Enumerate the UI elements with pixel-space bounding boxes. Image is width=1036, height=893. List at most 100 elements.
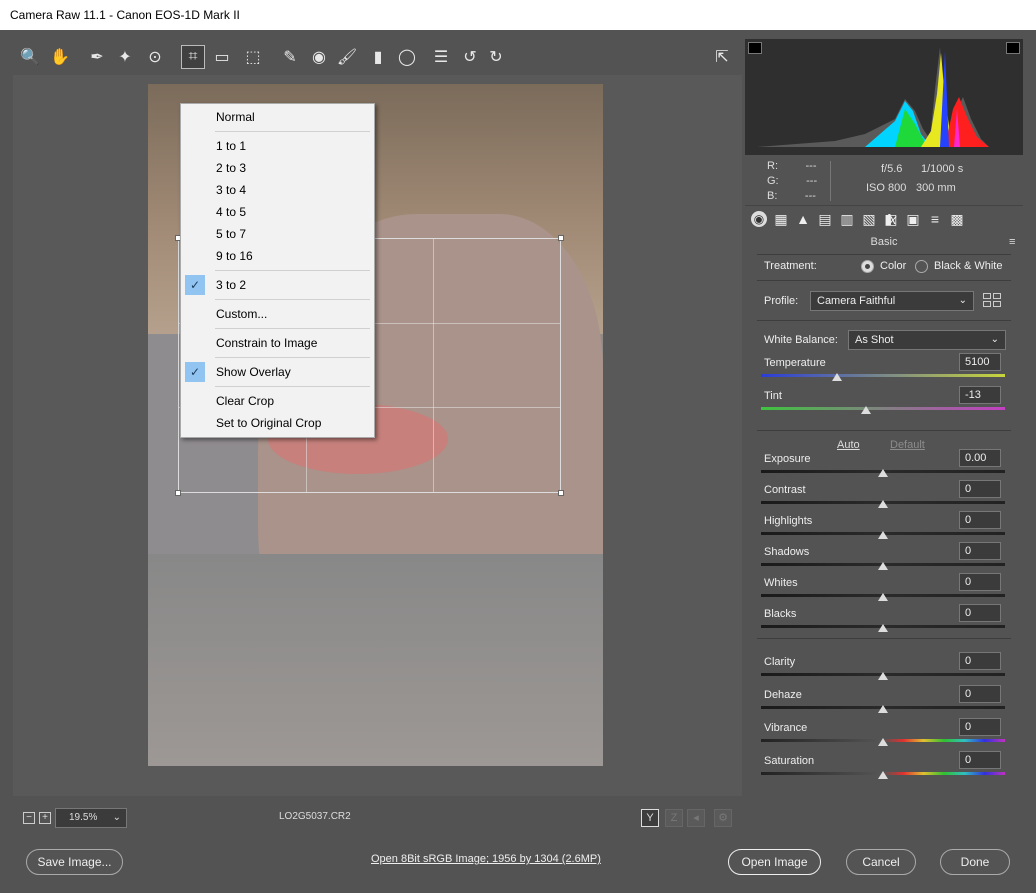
saturation-slider-thumb[interactable] [878, 771, 888, 779]
tab-detail-icon[interactable]: ▲ [795, 211, 811, 227]
treatment-bw-radio[interactable] [915, 260, 928, 273]
white-balance-select[interactable]: As Shot ⌄ [848, 330, 1006, 350]
contrast-label: Contrast [764, 484, 806, 496]
menu-item-crop-5-to-7[interactable]: 5 to 7 [182, 223, 373, 245]
contrast-slider-thumb[interactable] [878, 500, 888, 508]
b-readout: B: --- [767, 190, 816, 202]
spot-removal-tool-icon[interactable]: ✎ [278, 45, 302, 69]
contrast-value-field[interactable]: 0 [959, 480, 1001, 498]
checkmark-icon: ✓ [185, 362, 205, 382]
treatment-color-label: Color [880, 260, 907, 272]
vibrance-value-field[interactable]: 0 [959, 718, 1001, 736]
zoom-out-button[interactable]: − [23, 812, 35, 824]
blacks-slider-thumb[interactable] [878, 624, 888, 632]
tab-camera-calibration-icon[interactable]: ▣ [905, 211, 921, 227]
menu-item-set-to-original-crop[interactable]: Set to Original Crop [182, 412, 373, 434]
done-button[interactable]: Done [940, 849, 1010, 875]
rotate-left-icon[interactable]: ↺ [458, 45, 482, 69]
shutter-readout: 1/1000 s [921, 163, 964, 175]
cancel-button[interactable]: Cancel [846, 849, 916, 875]
treatment-color-radio[interactable] [861, 260, 874, 273]
tab-basic-icon[interactable]: ◉ [751, 211, 767, 227]
file-name: LO2G5037.CR2 [279, 811, 351, 822]
menu-item-show-overlay[interactable]: ✓ Show Overlay [182, 361, 373, 383]
menu-item-label: Constrain to Image [216, 336, 318, 350]
menu-item-crop-1-to-1[interactable]: 1 to 1 [182, 135, 373, 157]
highlights-value-field[interactable]: 0 [959, 511, 1001, 529]
crop-handle-bottom-left[interactable] [175, 490, 181, 496]
profile-browser-icon[interactable] [983, 293, 1003, 309]
red-eye-tool-icon[interactable]: ◉ [307, 45, 331, 69]
temperature-slider-track[interactable] [761, 374, 1005, 377]
save-image-button[interactable]: Save Image... [26, 849, 123, 875]
rotate-right-icon[interactable]: ↻ [484, 45, 508, 69]
saturation-value-field[interactable]: 0 [959, 751, 1001, 769]
crop-handle-top-right[interactable] [558, 235, 564, 241]
temperature-value-field[interactable]: 5100 [959, 353, 1001, 371]
tab-effects-icon[interactable]: fx [883, 211, 899, 227]
whites-value-field[interactable]: 0 [959, 573, 1001, 591]
tab-hsl-icon[interactable]: ▤ [817, 211, 833, 227]
swap-settings-button[interactable]: Z [665, 809, 683, 827]
crop-handle-bottom-right[interactable] [558, 490, 564, 496]
dehaze-value-field[interactable]: 0 [959, 685, 1001, 703]
default-link[interactable]: Default [890, 439, 925, 451]
profile-select[interactable]: Camera Faithful ⌄ [810, 291, 974, 311]
blacks-value-field[interactable]: 0 [959, 604, 1001, 622]
transform-tool-icon[interactable]: ⬚ [241, 45, 265, 69]
temperature-slider-thumb[interactable] [831, 373, 842, 381]
shadows-value-field[interactable]: 0 [959, 542, 1001, 560]
tint-slider-track[interactable] [761, 407, 1005, 410]
menu-item-crop-3-to-2[interactable]: ✓ 3 to 2 [182, 274, 373, 296]
workflow-options-link[interactable]: Open 8Bit sRGB Image; 1956 by 1304 (2.6M… [371, 853, 601, 865]
tab-snapshots-icon[interactable]: ▩ [949, 211, 965, 227]
shadows-slider-thumb[interactable] [878, 562, 888, 570]
zoom-level-select[interactable]: 19.5% ⌄ [55, 808, 127, 828]
graduated-filter-icon[interactable]: ▮ [366, 45, 390, 69]
tint-value-field[interactable]: -13 [959, 386, 1001, 404]
clarity-slider-thumb[interactable] [878, 672, 888, 680]
dehaze-slider-thumb[interactable] [878, 705, 888, 713]
zoom-tool-icon[interactable]: 🔍 [18, 45, 42, 69]
clarity-value-field[interactable]: 0 [959, 652, 1001, 670]
copy-settings-button[interactable]: ◂ [687, 809, 705, 827]
straighten-tool-icon[interactable]: ▭ [210, 45, 234, 69]
menu-item-crop-normal[interactable]: Normal [182, 106, 373, 128]
menu-item-crop-9-to-16[interactable]: 9 to 16 [182, 245, 373, 267]
panel-menu-icon[interactable]: ≡ [1009, 236, 1019, 248]
toggle-settings-button[interactable]: ⚙ [714, 809, 732, 827]
exposure-value-field[interactable]: 0.00 [959, 449, 1001, 467]
radial-filter-icon[interactable]: ◯ [395, 45, 419, 69]
hand-tool-icon[interactable]: ✋ [48, 45, 72, 69]
menu-item-crop-2-to-3[interactable]: 2 to 3 [182, 157, 373, 179]
menu-item-crop-custom[interactable]: Custom... [182, 303, 373, 325]
image-preview[interactable] [13, 75, 742, 796]
white-balance-value: As Shot [855, 334, 894, 346]
open-image-button[interactable]: Open Image [728, 849, 821, 875]
tab-tone-curve-icon[interactable]: ▦ [773, 211, 789, 227]
menu-item-crop-3-to-4[interactable]: 3 to 4 [182, 179, 373, 201]
zoom-in-button[interactable]: + [39, 812, 51, 824]
white-balance-tool-icon[interactable]: ✒ [85, 45, 109, 69]
tab-split-toning-icon[interactable]: ▥ [839, 211, 855, 227]
whites-slider-thumb[interactable] [878, 593, 888, 601]
crop-tool-icon[interactable]: ⌗ [181, 45, 205, 69]
before-after-view-button[interactable]: Y [641, 809, 659, 827]
menu-item-crop-4-to-5[interactable]: 4 to 5 [182, 201, 373, 223]
highlights-slider-thumb[interactable] [878, 531, 888, 539]
clarity-label: Clarity [764, 656, 796, 668]
export-toggle-icon[interactable]: ⇱ [710, 45, 734, 69]
menu-item-constrain-to-image[interactable]: Constrain to Image [182, 332, 373, 354]
color-sampler-tool-icon[interactable]: ✦ [113, 45, 137, 69]
vibrance-slider-thumb[interactable] [878, 738, 888, 746]
exposure-slider-thumb[interactable] [878, 469, 888, 477]
tab-presets-icon[interactable]: ≡ [927, 211, 943, 227]
targeted-adjustment-tool-icon[interactable]: ⊙ [143, 45, 167, 69]
preferences-icon[interactable]: ☰ [429, 45, 453, 69]
tab-lens-corrections-icon[interactable]: ▧ [861, 211, 877, 227]
auto-link[interactable]: Auto [837, 439, 860, 451]
adjustment-brush-icon[interactable]: 🖌 [335, 45, 359, 69]
menu-item-clear-crop[interactable]: Clear Crop [182, 390, 373, 412]
menu-item-label: 2 to 3 [216, 161, 247, 175]
tint-slider-thumb[interactable] [860, 406, 871, 414]
